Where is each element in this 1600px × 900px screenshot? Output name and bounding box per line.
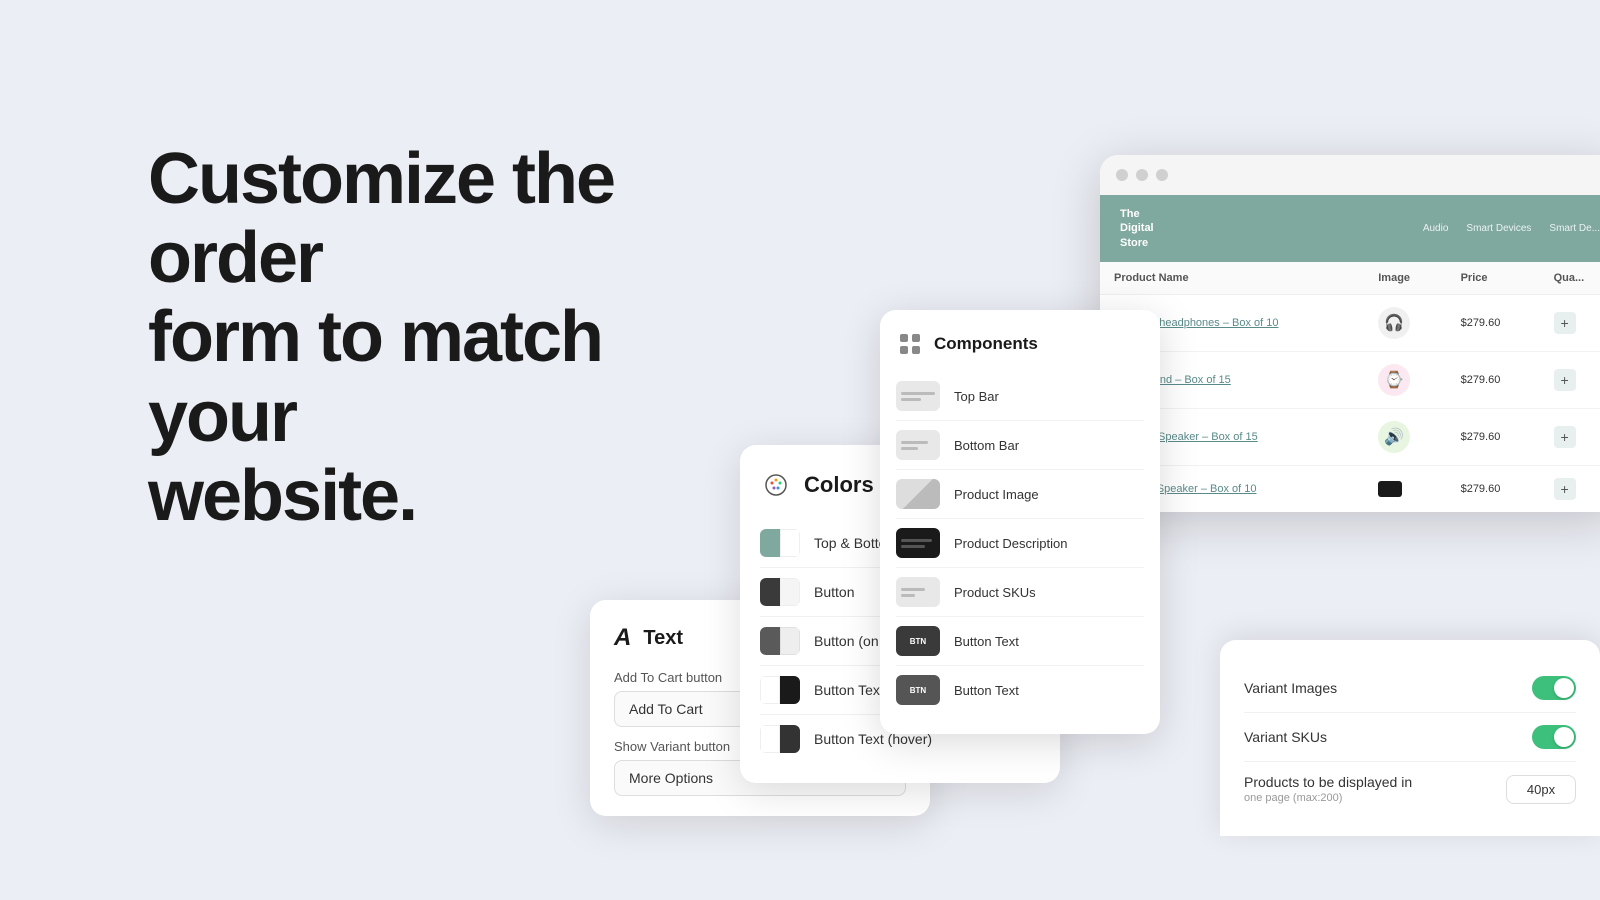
hero-line2: form to match your bbox=[148, 297, 602, 456]
component-thumb-button-text-1: BTN bbox=[896, 626, 940, 656]
text-icon: A bbox=[614, 624, 631, 652]
product-price-1: $279.60 bbox=[1447, 294, 1540, 351]
nav-smart-devices[interactable]: Smart Devices bbox=[1466, 223, 1531, 234]
settings-row-variant-images: Variant Images bbox=[1244, 664, 1576, 713]
settings-panel: Variant Images Variant SKUs Products to … bbox=[1220, 640, 1600, 836]
titlebar bbox=[1100, 155, 1600, 195]
product-img-4 bbox=[1378, 481, 1402, 497]
variant-images-toggle[interactable] bbox=[1532, 676, 1576, 700]
product-img-3: 🔊 bbox=[1378, 421, 1410, 453]
product-price-4: $279.60 bbox=[1447, 465, 1540, 512]
component-top-bar[interactable]: Top Bar bbox=[896, 372, 1144, 421]
table-row: Outdoor Speaker – Box of 10 $279.60 + bbox=[1100, 465, 1600, 512]
window-dot-1 bbox=[1116, 169, 1128, 181]
products-per-page-input[interactable] bbox=[1506, 775, 1576, 804]
component-thumb-product-description bbox=[896, 528, 940, 558]
nav-audio[interactable]: Audio bbox=[1423, 223, 1449, 234]
window-dot-2 bbox=[1136, 169, 1148, 181]
component-button-text-2[interactable]: BTN Button Text bbox=[896, 666, 1144, 714]
component-thumb-product-skus bbox=[896, 577, 940, 607]
text-panel-title: Text bbox=[643, 627, 683, 650]
product-window: TheDigitalStore Audio Smart Devices Smar… bbox=[1100, 155, 1600, 512]
qty-btn-3[interactable]: + bbox=[1554, 426, 1576, 448]
components-header: Components bbox=[896, 330, 1144, 358]
colors-thumb-button bbox=[760, 578, 800, 606]
hero-line1: Customize the order bbox=[148, 139, 614, 298]
products-per-page-label-group: Products to be displayed in one page (ma… bbox=[1244, 774, 1412, 804]
colors-thumb-button-hover bbox=[760, 627, 800, 655]
colors-label-button: Button bbox=[814, 584, 854, 600]
component-label-top-bar: Top Bar bbox=[954, 389, 999, 404]
hero-line3: website. bbox=[148, 456, 416, 536]
colors-panel-title: Colors bbox=[804, 472, 874, 498]
product-table: Product Name Image Price Qua... Wireless… bbox=[1100, 262, 1600, 512]
component-label-product-description: Product Description bbox=[954, 536, 1067, 551]
component-label-bottom-bar: Bottom Bar bbox=[954, 438, 1019, 453]
variant-skus-label: Variant SKUs bbox=[1244, 729, 1327, 745]
component-product-image[interactable]: Product Image bbox=[896, 470, 1144, 519]
product-img-1: 🎧 bbox=[1378, 307, 1410, 339]
col-product-name: Product Name bbox=[1100, 262, 1364, 295]
products-per-page-label: Products to be displayed in bbox=[1244, 774, 1412, 790]
qty-btn-2[interactable]: + bbox=[1554, 369, 1576, 391]
hero-section: Customize the order form to match your w… bbox=[148, 140, 708, 536]
component-label-product-skus: Product SKUs bbox=[954, 585, 1036, 600]
colors-thumb-button-text bbox=[760, 676, 800, 704]
settings-row-products-per-page: Products to be displayed in one page (ma… bbox=[1244, 762, 1576, 816]
colors-thumb-top-bottom bbox=[760, 529, 800, 557]
product-price-2: $279.60 bbox=[1447, 351, 1540, 408]
qty-btn-1[interactable]: + bbox=[1554, 312, 1576, 334]
variant-images-label: Variant Images bbox=[1244, 680, 1337, 696]
palette-icon bbox=[760, 469, 792, 501]
col-image: Image bbox=[1364, 262, 1446, 295]
toggle-knob-1 bbox=[1554, 678, 1574, 698]
col-qty: Qua... bbox=[1540, 262, 1600, 295]
product-img-2: ⌚ bbox=[1378, 364, 1410, 396]
components-panel: Components Top Bar Bottom Bar Product Im… bbox=[880, 310, 1160, 734]
component-label-product-image: Product Image bbox=[954, 487, 1039, 502]
component-label-button-text-1: Button Text bbox=[954, 634, 1019, 649]
component-bottom-bar[interactable]: Bottom Bar bbox=[896, 421, 1144, 470]
table-row: Wireless headphones – Box of 10 🎧 $279.6… bbox=[1100, 294, 1600, 351]
store-header: TheDigitalStore Audio Smart Devices Smar… bbox=[1100, 195, 1600, 262]
product-price-3: $279.60 bbox=[1447, 408, 1540, 465]
products-per-page-sublabel: one page (max:200) bbox=[1244, 792, 1412, 804]
colors-thumb-button-text-hover bbox=[760, 725, 800, 753]
component-thumb-bottom-bar bbox=[896, 430, 940, 460]
store-logo: TheDigitalStore bbox=[1120, 207, 1154, 250]
component-button-text-1[interactable]: BTN Button Text bbox=[896, 617, 1144, 666]
table-row: Smart Band – Box of 15 ⌚ $279.60 + bbox=[1100, 351, 1600, 408]
components-grid-icon bbox=[896, 330, 924, 358]
col-price: Price bbox=[1447, 262, 1540, 295]
colors-label-button-text: Button Text bbox=[814, 682, 884, 698]
settings-row-variant-skus: Variant SKUs bbox=[1244, 713, 1576, 762]
store-nav: Audio Smart Devices Smart De... bbox=[1423, 223, 1600, 234]
toggle-knob-2 bbox=[1554, 727, 1574, 747]
component-thumb-button-text-2: BTN bbox=[896, 675, 940, 705]
component-thumb-product-image bbox=[896, 479, 940, 509]
component-product-description[interactable]: Product Description bbox=[896, 519, 1144, 568]
nav-smart-de[interactable]: Smart De... bbox=[1549, 223, 1600, 234]
variant-skus-toggle[interactable] bbox=[1532, 725, 1576, 749]
components-title: Components bbox=[934, 334, 1038, 354]
component-product-skus[interactable]: Product SKUs bbox=[896, 568, 1144, 617]
table-row: Portable Speaker – Box of 15 🔊 $279.60 + bbox=[1100, 408, 1600, 465]
window-dot-3 bbox=[1156, 169, 1168, 181]
qty-btn-4[interactable]: + bbox=[1554, 478, 1576, 500]
component-thumb-top-bar bbox=[896, 381, 940, 411]
component-label-button-text-2: Button Text bbox=[954, 683, 1019, 698]
